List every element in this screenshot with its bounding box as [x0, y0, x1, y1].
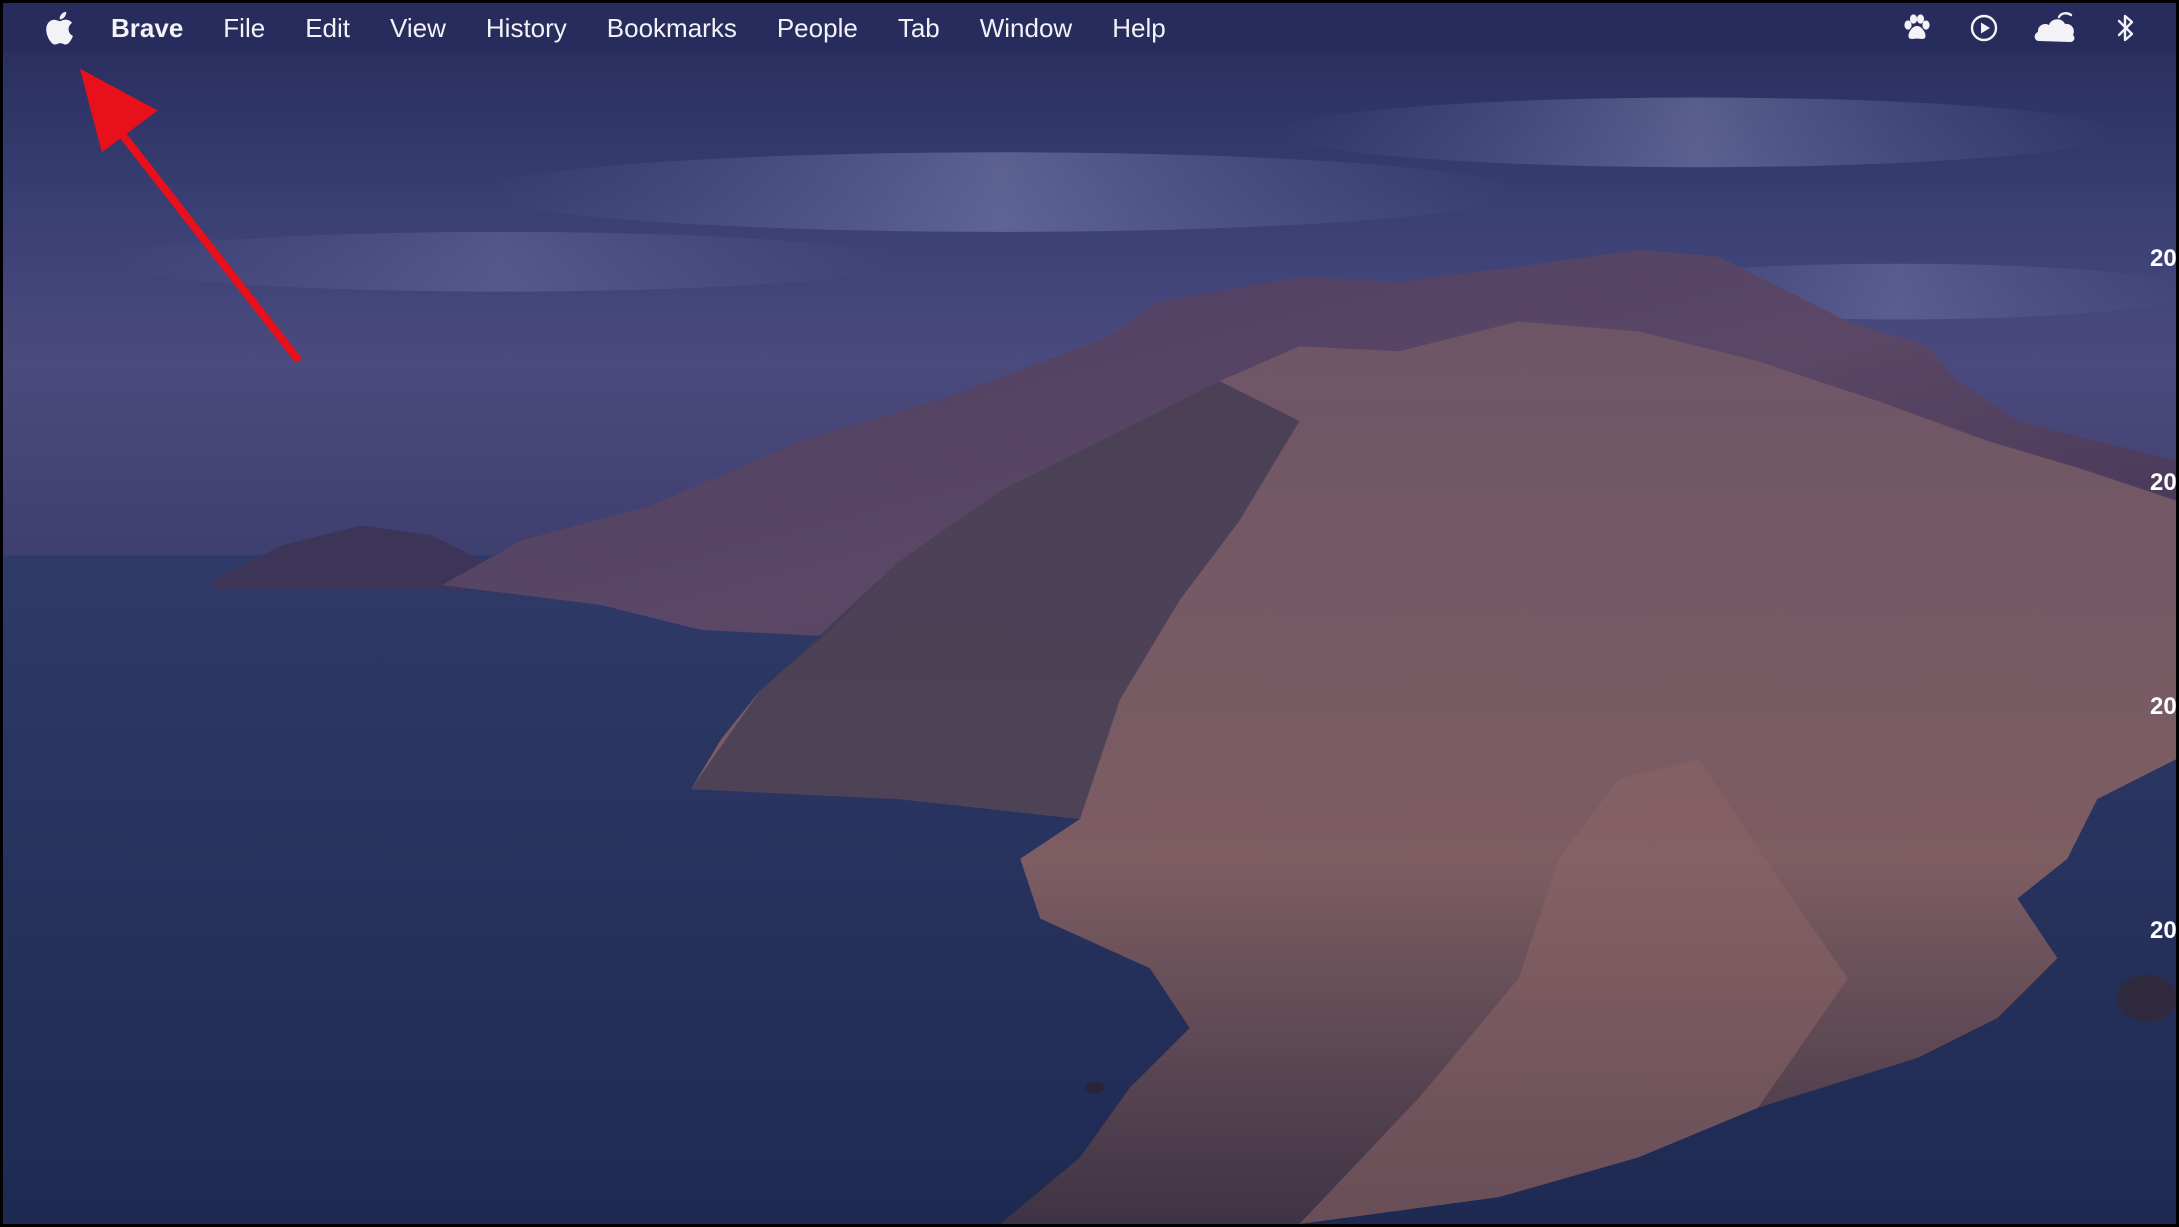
edge-label-1: 20	[2150, 245, 2176, 272]
menu-edit[interactable]: Edit	[285, 3, 370, 53]
bluetooth-icon[interactable]	[2106, 8, 2146, 48]
menu-tab[interactable]: Tab	[878, 3, 960, 53]
menu-people[interactable]: People	[757, 3, 878, 53]
menu-bar-status-area	[1870, 3, 2146, 53]
menu-app-brave[interactable]: Brave	[111, 3, 203, 53]
paw-icon[interactable]	[1897, 8, 1937, 48]
menu-view[interactable]: View	[370, 3, 466, 53]
edge-label-2: 20	[2150, 469, 2176, 496]
desktop-wallpaper	[3, 3, 2176, 1224]
menu-window[interactable]: Window	[960, 3, 1092, 53]
cloud-icon[interactable]	[2031, 8, 2079, 48]
menu-bookmarks[interactable]: Bookmarks	[587, 3, 757, 53]
edge-label-4: 20	[2150, 917, 2176, 944]
menu-history[interactable]: History	[466, 3, 587, 53]
macos-menu-bar: Brave File Edit View History Bookmarks P…	[3, 3, 2176, 53]
play-circle-icon[interactable]	[1964, 8, 2004, 48]
menu-help[interactable]: Help	[1092, 3, 1185, 53]
edge-label-3: 20	[2150, 693, 2176, 720]
desktop-screen: Brave File Edit View History Bookmarks P…	[0, 0, 2179, 1227]
apple-logo-icon[interactable]	[43, 8, 77, 48]
menu-file[interactable]: File	[203, 3, 285, 53]
